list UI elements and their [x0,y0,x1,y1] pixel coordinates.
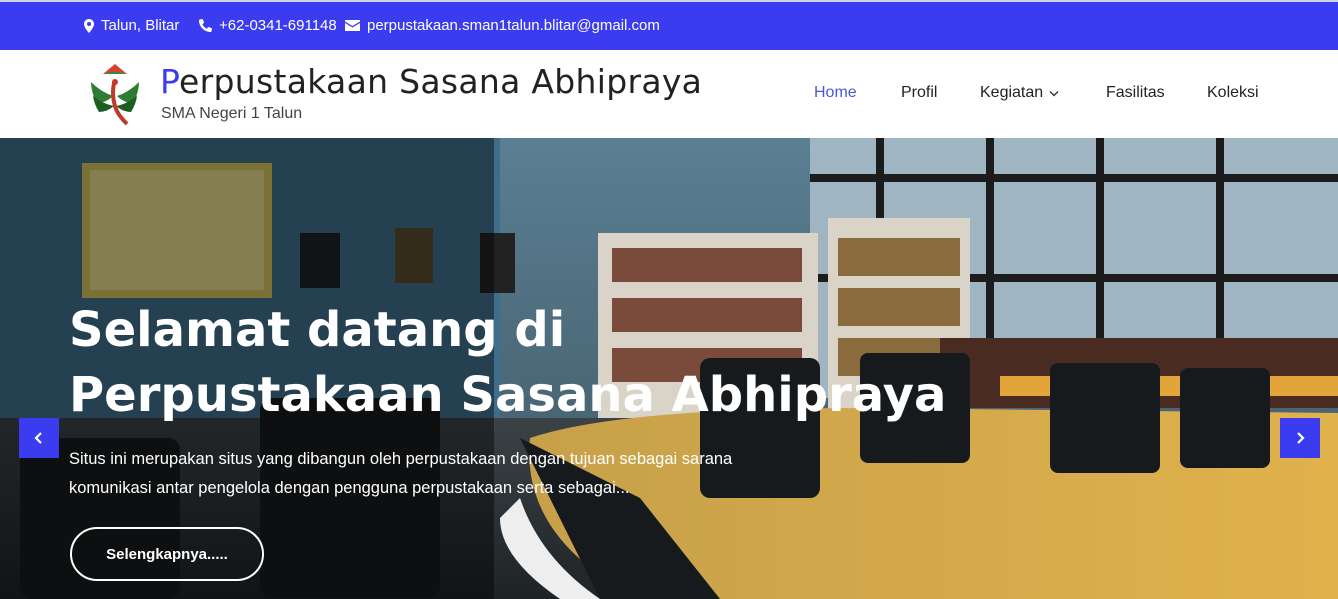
phone-info[interactable]: +62-0341-691148 [199,17,337,34]
nav-home-label: Home [814,84,857,101]
nav-kegiatan-label: Kegiatan [980,84,1044,101]
chevron-down-icon [1049,90,1059,96]
email-text: perpustakaan.sman1talun.blitar@gmail.com [367,17,660,34]
chevron-left-icon [34,432,42,444]
email-info[interactable]: perpustakaan.sman1talun.blitar@gmail.com [345,17,660,34]
site-title-rest: erpustakaan Sasana Abhipraya [179,62,703,101]
hero-slider: Selamat datang di Perpustakaan Sasana Ab… [0,138,1338,599]
library-logo[interactable] [87,62,143,128]
location-info: Talun, Blitar [84,17,179,34]
hero-title-line1: Selamat datang di [69,302,566,358]
nav-home[interactable]: Home [814,84,857,102]
hero-title: Selamat datang di Perpustakaan Sasana Ab… [69,298,946,428]
hero-description-line1: Situs ini merupakan situs yang dibangun … [69,450,733,468]
map-marker-icon [84,18,94,33]
nav-fasilitas[interactable]: Fasilitas [1106,84,1165,102]
read-more-button[interactable]: Selengkapnya..... [70,527,264,581]
slider-prev-button[interactable] [19,418,59,458]
nav-fasilitas-label: Fasilitas [1106,84,1165,101]
chevron-right-icon [1297,432,1305,444]
site-title[interactable]: Perpustakaan Sasana Abhipraya [160,62,702,101]
nav-kegiatan[interactable]: Kegiatan [980,84,1059,102]
hero-description-line2: komunikasi antar pengelola dengan penggu… [69,478,630,497]
nav-koleksi[interactable]: Koleksi [1207,84,1259,102]
site-title-initial: P [160,62,180,101]
nav-koleksi-label: Koleksi [1207,84,1259,101]
slider-next-button[interactable] [1280,418,1320,458]
site-subtitle: SMA Negeri 1 Talun [161,105,303,122]
top-contact-bar: Talun, Blitar +62-0341-691148 perpustaka… [0,0,1338,50]
nav-profil-label: Profil [901,84,938,101]
phone-icon [199,19,212,32]
hero-description: Situs ini merupakan situs yang dibangun … [69,445,829,502]
phone-text: +62-0341-691148 [219,17,337,34]
envelope-icon [345,20,360,31]
nav-profil[interactable]: Profil [901,84,937,102]
location-text: Talun, Blitar [101,17,180,34]
hero-title-line2: Perpustakaan Sasana Abhipraya [69,367,947,423]
site-header: Perpustakaan Sasana Abhipraya SMA Negeri… [0,50,1338,138]
